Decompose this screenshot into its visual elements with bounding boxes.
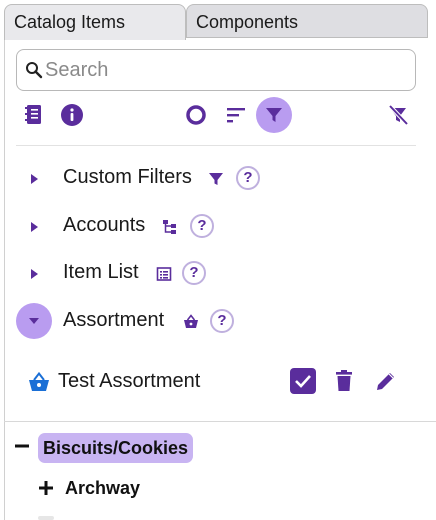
basket-icon	[29, 371, 49, 391]
tree-node-archway[interactable]: Archway	[38, 475, 198, 505]
section-assortment[interactable]: Assortment ?	[16, 303, 416, 343]
section-label: Custom Filters	[63, 166, 192, 188]
info-icon[interactable]	[60, 103, 84, 127]
tab-catalog-items[interactable]: Catalog Items	[4, 4, 186, 40]
caret-right-icon	[31, 222, 38, 232]
tree-node-biscuits-cookies[interactable]: Biscuits/Cookies	[14, 433, 214, 463]
caret-right-icon	[31, 174, 38, 184]
edit-icon[interactable]	[374, 369, 398, 393]
tab-bar: Catalog Items Components	[0, 0, 436, 40]
tree-node-label: Archway	[65, 478, 141, 498]
section-accounts[interactable]: Accounts ?	[16, 208, 416, 248]
tree-divider	[4, 421, 436, 422]
section-item-list[interactable]: Item List ?	[16, 255, 416, 295]
expand-icon[interactable]	[38, 480, 54, 496]
clear-filter-icon[interactable]	[386, 103, 410, 127]
help-button[interactable]: ?	[190, 214, 214, 238]
help-button[interactable]: ?	[236, 166, 260, 190]
help-button[interactable]: ?	[210, 309, 234, 333]
assortment-item-label: Test Assortment	[58, 370, 201, 392]
section-label: Assortment	[63, 309, 165, 331]
section-label: Accounts	[63, 214, 146, 236]
filter-icon	[209, 173, 223, 185]
tree-node-label: Biscuits/Cookies	[38, 433, 194, 463]
tab-components[interactable]: Components	[186, 4, 428, 40]
caret-down-icon	[29, 318, 39, 324]
collapse-icon[interactable]	[14, 438, 30, 454]
search-icon	[26, 62, 43, 79]
section-label: Item List	[63, 261, 139, 283]
sort-icon[interactable]	[224, 104, 248, 126]
section-custom-filters[interactable]: Custom Filters ?	[16, 160, 416, 200]
basket-icon	[184, 314, 198, 328]
circle-outline-icon[interactable]	[184, 103, 208, 127]
partial-tree-node	[38, 516, 54, 520]
help-button[interactable]: ?	[182, 261, 206, 285]
list-table-icon	[156, 267, 172, 281]
filter-icon[interactable]	[256, 97, 292, 133]
search-input[interactable]	[45, 55, 405, 85]
caret-down-button[interactable]	[16, 303, 52, 339]
caret-right-icon	[31, 269, 38, 279]
catalog-list-icon[interactable]	[22, 103, 46, 127]
delete-icon[interactable]	[332, 369, 356, 393]
checkbox-icon[interactable]	[290, 368, 316, 394]
toolbar-divider	[16, 145, 416, 146]
search-box[interactable]	[16, 49, 416, 91]
hierarchy-icon	[163, 220, 176, 234]
